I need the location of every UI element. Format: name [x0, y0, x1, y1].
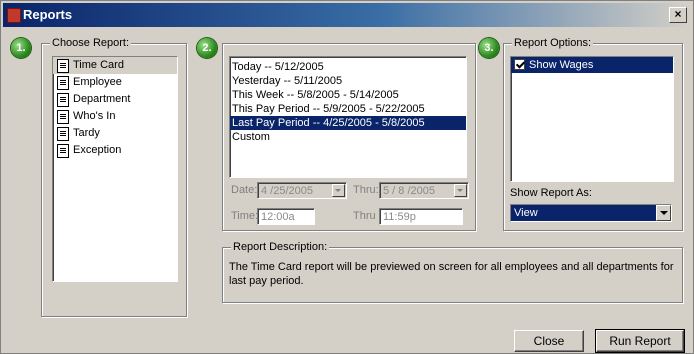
- report-item[interactable]: Who's In: [53, 108, 177, 125]
- period-item[interactable]: This Pay Period -- 5/9/2005 - 5/22/2005: [230, 102, 466, 116]
- checkbox-checked-icon[interactable]: [514, 59, 525, 70]
- app-icon: [7, 8, 21, 23]
- close-window-button[interactable]: ×: [669, 7, 687, 23]
- report-item[interactable]: Exception: [53, 142, 177, 159]
- report-document-icon: [57, 110, 69, 124]
- show-report-as-select[interactable]: View: [510, 204, 672, 222]
- period-item[interactable]: This Week -- 5/8/2005 - 5/14/2005: [230, 88, 466, 102]
- thru-time-label: Thru: [353, 210, 376, 222]
- choose-report-label: Choose Report:: [50, 37, 132, 49]
- report-document-icon: [57, 59, 69, 73]
- report-options-group: Report Options: Show Wages Show Report A…: [503, 37, 683, 231]
- report-item-label: Employee: [73, 76, 122, 88]
- end-date-value: 5 / 8 /2005: [383, 185, 435, 197]
- end-date-dropdown-icon[interactable]: [454, 184, 467, 197]
- period-item[interactable]: Today -- 5/12/2005: [230, 60, 466, 74]
- show-report-as-label: Show Report As:: [510, 187, 592, 199]
- report-description-label: Report Description:: [231, 241, 330, 253]
- period-item[interactable]: Custom: [230, 130, 466, 144]
- thru-date-label: Thru:: [353, 184, 379, 196]
- show-wages-option[interactable]: Show Wages: [511, 57, 673, 73]
- date-label: Date:: [231, 184, 258, 196]
- end-time-field[interactable]: 11:59p: [379, 208, 463, 225]
- report-options-label: Report Options:: [512, 37, 594, 49]
- choose-report-group: Choose Report: Time Card Employee Departme…: [41, 37, 187, 317]
- period-item[interactable]: Yesterday -- 5/11/2005: [230, 74, 466, 88]
- report-item[interactable]: Employee: [53, 74, 177, 91]
- show-report-as-value: View: [514, 207, 538, 219]
- report-item[interactable]: Time Card: [53, 57, 177, 74]
- show-wages-label: Show Wages: [529, 59, 594, 71]
- period-list[interactable]: Today -- 5/12/2005 Yesterday -- 5/11/2005…: [229, 56, 467, 178]
- report-item-label: Department: [73, 93, 131, 105]
- report-document-icon: [57, 144, 69, 158]
- report-document-icon: [57, 127, 69, 141]
- report-item-label: Tardy: [73, 127, 100, 139]
- report-document-icon: [57, 76, 69, 90]
- step-2-badge: 2.: [197, 38, 217, 58]
- period-group: Today -- 5/12/2005 Yesterday -- 5/11/2005…: [222, 43, 476, 231]
- options-list[interactable]: Show Wages: [510, 56, 674, 182]
- report-item-label: Time Card: [73, 59, 124, 71]
- close-button-label: Close: [533, 334, 565, 348]
- end-date-field[interactable]: 5 / 8 /2005: [379, 182, 469, 199]
- report-description-text: The Time Card report will be previewed o…: [229, 261, 674, 287]
- title-bar: Reports ×: [3, 3, 691, 27]
- reports-dialog: Reports × 1. Choose Report: Time Card Emp…: [0, 0, 694, 354]
- step-1-badge: 1.: [11, 38, 31, 58]
- chevron-down-icon[interactable]: [656, 205, 671, 221]
- start-date-field[interactable]: 4 /25/2005: [257, 182, 347, 199]
- step-3-badge: 3.: [479, 38, 499, 58]
- close-button[interactable]: Close: [514, 330, 584, 352]
- start-date-value: 4 /25/2005: [261, 185, 313, 197]
- report-list[interactable]: Time Card Employee Department Who's In Tardy…: [52, 56, 178, 282]
- report-item-label: Who's In: [73, 110, 116, 122]
- report-item[interactable]: Department: [53, 91, 177, 108]
- report-description-group: Report Description: The Time Card report…: [222, 241, 683, 303]
- report-document-icon: [57, 93, 69, 107]
- time-label: Time:: [231, 210, 259, 222]
- report-item-label: Exception: [73, 144, 122, 156]
- report-item[interactable]: Tardy: [53, 125, 177, 142]
- window-title: Reports: [23, 7, 73, 22]
- run-report-button[interactable]: Run Report: [595, 329, 685, 353]
- period-item[interactable]: Last Pay Period -- 4/25/2005 - 5/8/2005: [230, 116, 466, 130]
- run-report-button-label: Run Report: [609, 334, 671, 348]
- start-date-dropdown-icon[interactable]: [332, 184, 345, 197]
- start-time-field[interactable]: 12:00a: [257, 208, 315, 225]
